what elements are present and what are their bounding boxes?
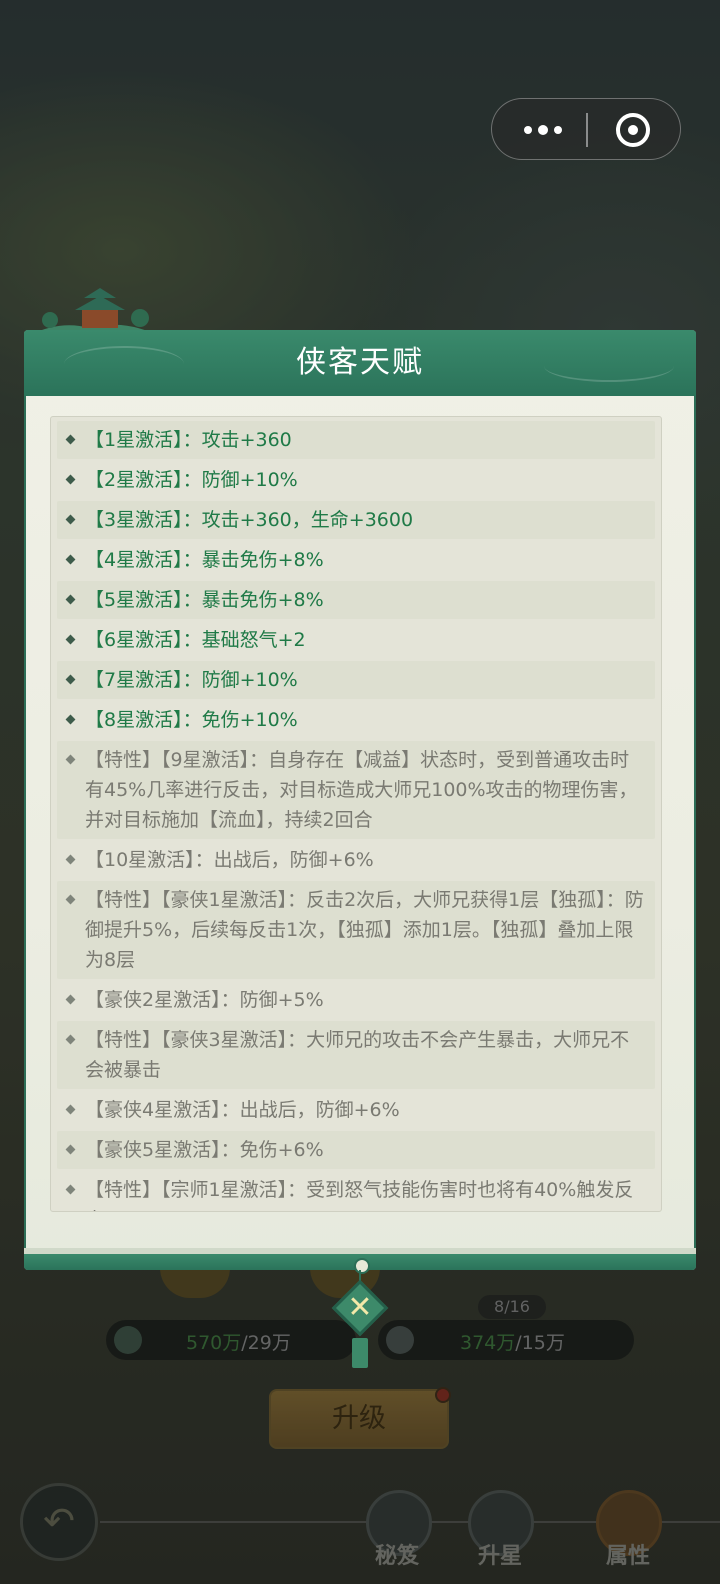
talent-row: 【特性】【宗师1星激活】：受到怒气技能伤害时也将有40%触发反击 (57, 1171, 655, 1211)
talent-row: 【3星激活】：攻击+360，生命+3600 (57, 501, 655, 539)
talent-row: 【10星激活】：出战后，防御+6% (57, 841, 655, 879)
talent-text: 【10星激活】：出战后，防御+6% (85, 849, 374, 871)
talent-row: 【豪侠2星激活】：防御+5% (57, 981, 655, 1019)
dialog-title: 侠客天赋 (296, 345, 424, 380)
talent-row: 【4星激活】：暴击免伤+8% (57, 541, 655, 579)
talent-row: 【8星激活】：免伤+10% (57, 701, 655, 739)
talent-row: 【特性】【豪侠1星激活】：反击2次后，大师兄获得1层【独孤】：防御提升5%，后续… (57, 881, 655, 979)
talent-row: 【6星激活】：基础怒气+2 (57, 621, 655, 659)
talent-list[interactable]: 【1星激活】：攻击+360 【2星激活】：防御+10% 【3星激活】：攻击+360，… (50, 416, 662, 1212)
miniprogram-capsule (491, 98, 681, 160)
talent-row: 【豪侠5星激活】：免伤+6% (57, 1131, 655, 1169)
diamond-bullet-icon (65, 554, 76, 565)
talent-text: 【特性】【豪侠3星激活】：大师兄的攻击不会产生暴击，大师兄不会被暴击 (85, 1029, 630, 1081)
diamond-bullet-icon (65, 1144, 76, 1155)
talent-text: 【特性】【9星激活】：自身存在【减益】状态时，受到普通攻击时有45%几率进行反击… (85, 749, 638, 831)
talent-row: 【特性】【豪侠3星激活】：大师兄的攻击不会产生暴击，大师兄不会被暴击 (57, 1021, 655, 1089)
diamond-bullet-icon (65, 854, 76, 865)
talent-row: 【2星激活】：防御+10% (57, 461, 655, 499)
diamond-bullet-icon (65, 714, 76, 725)
diamond-bullet-icon (65, 1184, 76, 1195)
diamond-bullet-icon (65, 1104, 76, 1115)
more-options-icon[interactable] (518, 117, 578, 141)
talent-row: 【1星激活】：攻击+360 (57, 421, 655, 459)
talent-text: 【2星激活】：防御+10% (85, 469, 298, 491)
talent-text: 【豪侠4星激活】：出战后，防御+6% (85, 1099, 400, 1121)
diamond-bullet-icon (65, 634, 76, 645)
talent-row: 【豪侠4星激活】：出战后，防御+6% (57, 1091, 655, 1129)
talent-text: 【豪侠5星激活】：免伤+6% (85, 1139, 324, 1161)
capsule-divider (586, 113, 588, 147)
diamond-bullet-icon (65, 434, 76, 445)
close-miniprogram-icon[interactable] (616, 113, 650, 147)
talent-text: 【5星激活】：暴击免伤+8% (85, 589, 324, 611)
talent-row: 【特性】【9星激活】：自身存在【减益】状态时，受到普通攻击时有45%几率进行反击… (57, 741, 655, 839)
talent-row: 【5星激活】：暴击免伤+8% (57, 581, 655, 619)
diamond-bullet-icon (65, 754, 76, 765)
talent-text: 【豪侠2星激活】：防御+5% (85, 989, 324, 1011)
talent-text: 【4星激活】：暴击免伤+8% (85, 549, 324, 571)
talent-text: 【6星激活】：基础怒气+2 (85, 629, 306, 651)
diamond-bullet-icon (65, 514, 76, 525)
talent-text: 【1星激活】：攻击+360 (85, 429, 292, 451)
talent-text: 【特性】【豪侠1星激活】：反击2次后，大师兄获得1层【独孤】：防御提升5%，后续… (85, 889, 644, 971)
diamond-bullet-icon (65, 994, 76, 1005)
talent-text: 【8星激活】：免伤+10% (85, 709, 298, 731)
talent-row: 【7星激活】：防御+10% (57, 661, 655, 699)
talent-text: 【特性】【宗师1星激活】：受到怒气技能伤害时也将有40%触发反击 (85, 1179, 634, 1211)
talent-text: 【3星激活】：攻击+360，生命+3600 (85, 509, 414, 531)
diamond-bullet-icon (65, 894, 76, 905)
talent-dialog: 侠客天赋 【1星激活】：攻击+360 【2星激活】：防御+10% 【3星激活】：攻击… (24, 330, 696, 1270)
diamond-bullet-icon (65, 674, 76, 685)
close-button[interactable]: ✕ (330, 1258, 390, 1368)
diamond-bullet-icon (65, 474, 76, 485)
close-icon: ✕ (347, 1290, 373, 1325)
talent-text: 【7星激活】：防御+10% (85, 669, 298, 691)
diamond-bullet-icon (65, 1034, 76, 1045)
diamond-bullet-icon (65, 594, 76, 605)
